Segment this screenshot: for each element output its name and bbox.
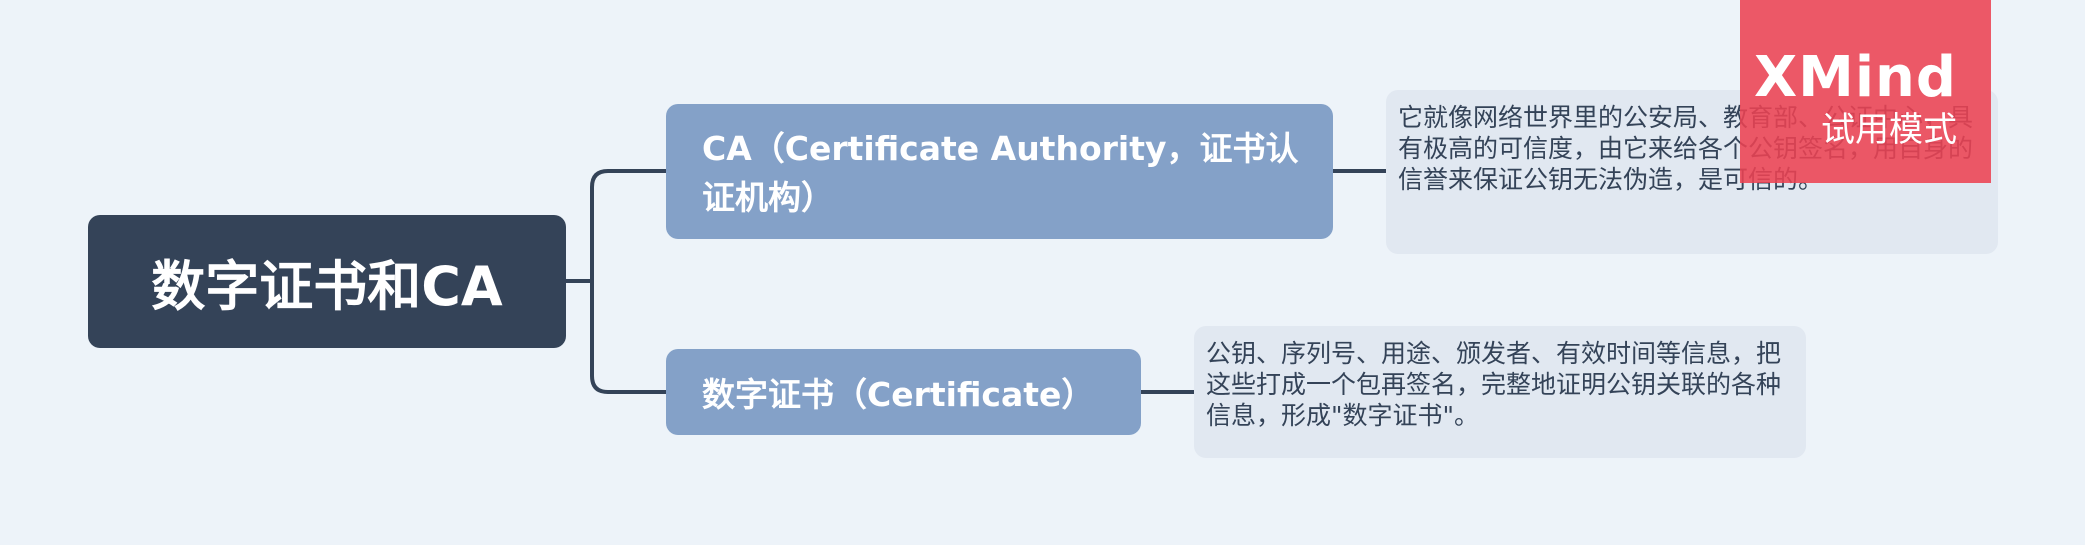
trial-mode-label: 试用模式 xyxy=(1821,110,1957,150)
branch-ca-connector xyxy=(590,169,666,281)
note-digital-certificate[interactable]: 公钥、序列号、用途、颁发者、有效时间等信息，把这些打成一个包再签名，完整地证明公… xyxy=(1194,326,1806,458)
topic-digital-certificate[interactable]: 数字证书（Certificate） xyxy=(666,349,1141,435)
xmind-trial-watermark: XMind 试用模式 xyxy=(1740,0,1991,183)
central-topic[interactable]: 数字证书和CA xyxy=(88,215,566,348)
topic-ca[interactable]: CA（Certificate Authority，证书认证机构） xyxy=(666,104,1333,239)
branch-cert-connector xyxy=(590,281,666,394)
xmind-logo: XMind xyxy=(1753,45,1957,110)
